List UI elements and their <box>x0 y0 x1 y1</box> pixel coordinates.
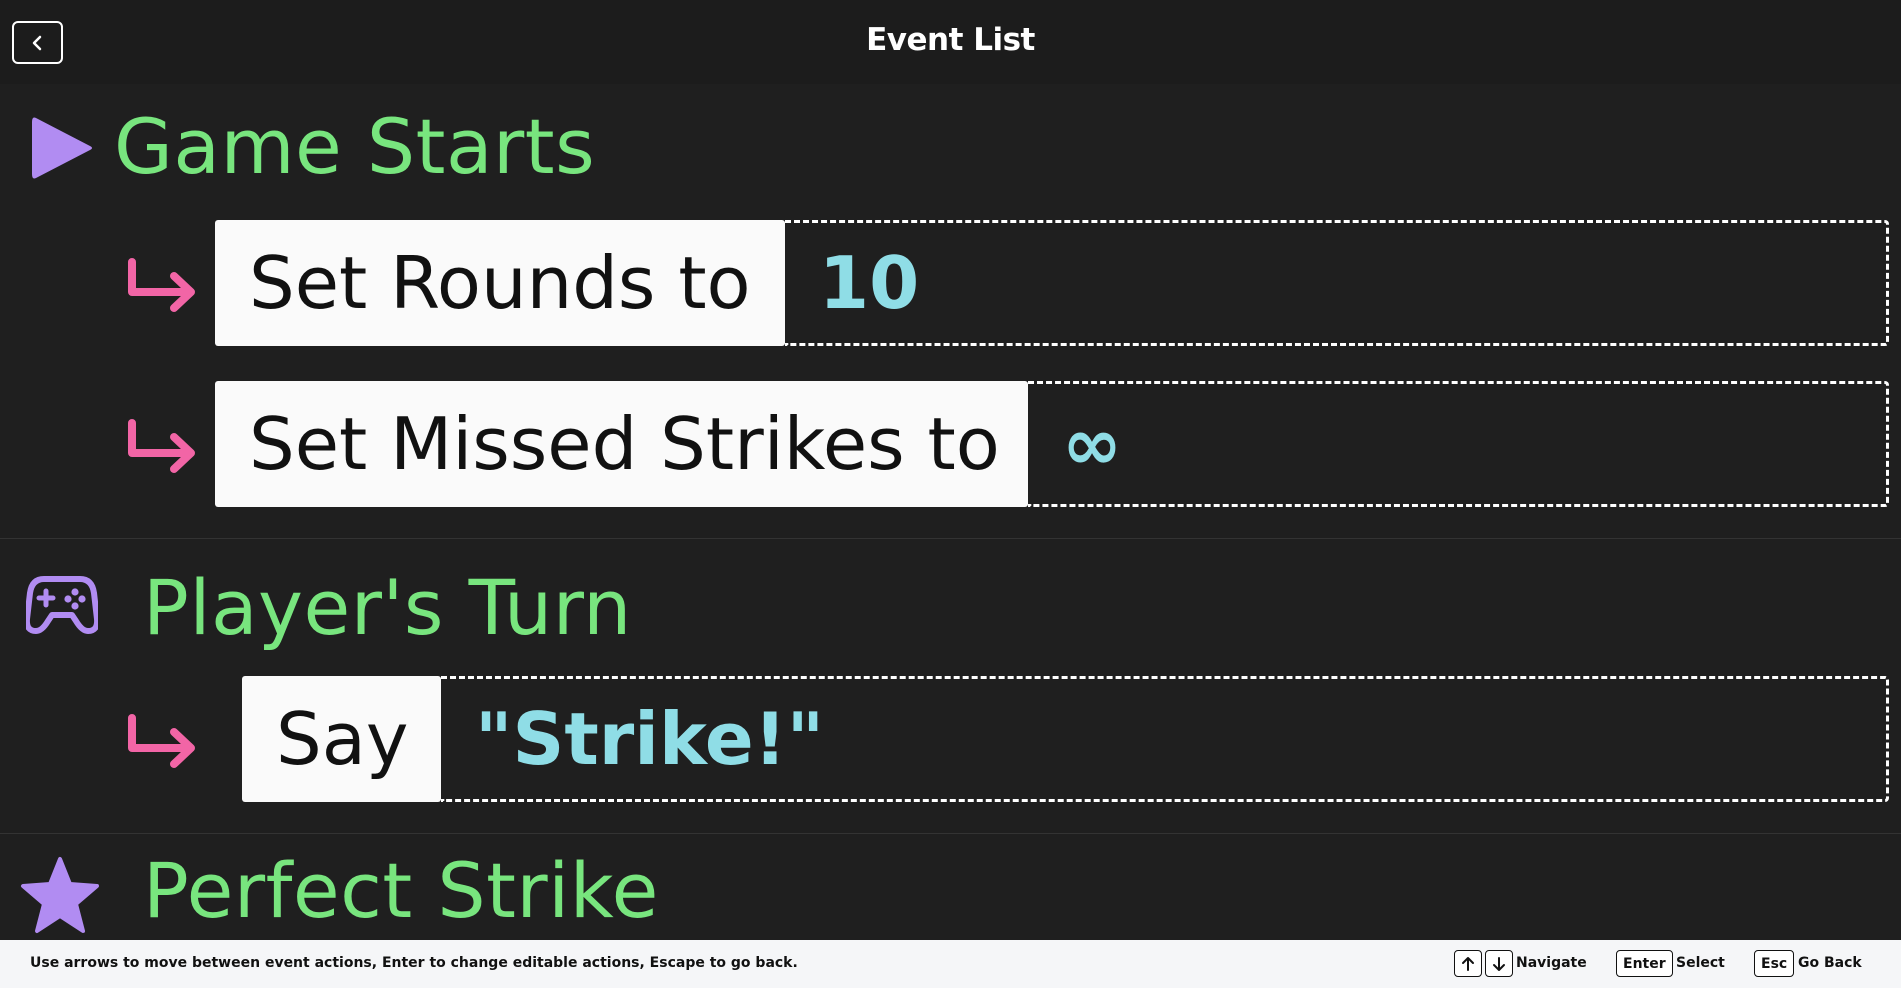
action-row[interactable]: Set Missed Strikes to ∞ <box>0 381 1901 507</box>
event-title: Perfect Strike <box>143 846 659 935</box>
action-label: Set Missed Strikes to <box>215 381 1028 507</box>
arrow-down-key-icon <box>1485 950 1513 977</box>
action-row[interactable]: Set Rounds to 10 <box>0 220 1901 346</box>
go-back-label: Go Back <box>1798 955 1862 971</box>
arrow-turn-down-right-icon <box>128 714 195 768</box>
action-value-field[interactable]: 10 <box>785 220 1889 346</box>
event-title: Player's Turn <box>143 563 632 652</box>
arrow-up-key-icon <box>1454 950 1482 977</box>
event-perfect-strike: Perfect Strike <box>0 834 1901 940</box>
action-row[interactable]: Say "Strike!" <box>0 676 1901 802</box>
event-game-starts: Game Starts Set Rounds to 10 Set Missed … <box>0 84 1901 538</box>
action-value-field[interactable]: ∞ <box>1028 381 1889 507</box>
enter-key: Enter <box>1616 950 1673 977</box>
action-label: Set Rounds to <box>215 220 785 346</box>
esc-key: Esc <box>1754 950 1795 977</box>
event-players-turn: Player's Turn Say "Strike!" <box>0 539 1901 833</box>
action-label: Say <box>242 676 441 802</box>
gamepad-icon <box>26 576 98 634</box>
header-bar: Event List <box>0 0 1901 84</box>
keyboard-hint: Use arrows to move between event actions… <box>30 955 798 971</box>
navigate-label: Navigate <box>1516 955 1587 971</box>
arrow-turn-down-right-icon <box>128 258 195 312</box>
select-label: Select <box>1676 955 1725 971</box>
play-icon <box>32 117 92 179</box>
footer-bar: Use arrows to move between event actions… <box>0 940 1901 988</box>
star-icon <box>21 857 99 933</box>
action-value-field[interactable]: "Strike!" <box>441 676 1889 802</box>
event-title: Game Starts <box>114 102 596 191</box>
page-title: Event List <box>866 22 1035 58</box>
arrow-turn-down-right-icon <box>128 419 195 473</box>
